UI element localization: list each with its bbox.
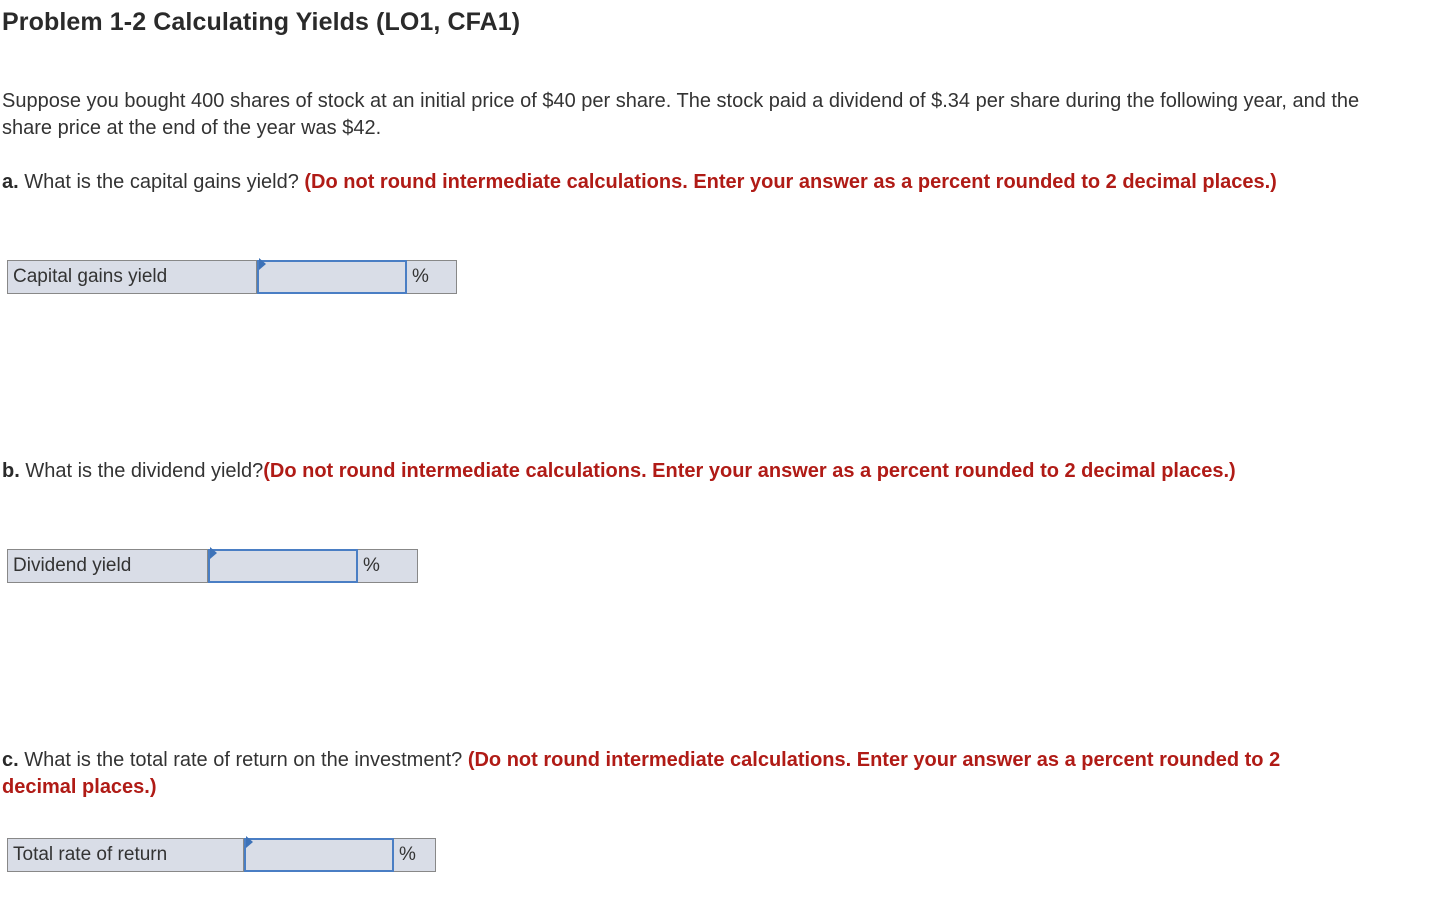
capital-gains-yield-input[interactable] — [259, 262, 405, 292]
capital-gains-yield-unit: % — [412, 266, 429, 287]
total-rate-of-return-unit: % — [399, 844, 416, 865]
dividend-yield-row: Dividend yield % — [7, 547, 418, 583]
capital-gains-yield-row: Capital gains yield % — [7, 258, 457, 294]
problem-title: Problem 1-2 Calculating Yields (LO1, CFA… — [2, 8, 521, 36]
question-c: c. What is the total rate of return on t… — [2, 747, 1347, 801]
capital-gains-yield-label: Capital gains yield — [8, 261, 257, 293]
total-rate-of-return-row: Total rate of return % — [7, 836, 436, 872]
question-b-instruction: (Do not round intermediate calculations.… — [263, 460, 1236, 482]
input-flag-icon — [246, 836, 253, 848]
input-flag-icon — [210, 547, 217, 559]
question-a: a. What is the capital gains yield? (Do … — [2, 169, 1387, 196]
question-b-letter: b. — [2, 460, 20, 482]
question-c-text: What is the total rate of return on the … — [18, 749, 468, 771]
problem-intro: Suppose you bought 400 shares of stock a… — [2, 90, 1360, 139]
input-flag-icon — [259, 258, 266, 270]
dividend-yield-unit: % — [363, 555, 380, 576]
question-a-letter: a. — [2, 171, 19, 193]
total-rate-of-return-input[interactable] — [246, 840, 392, 870]
dividend-yield-input[interactable] — [210, 551, 356, 581]
total-rate-of-return-label: Total rate of return — [8, 839, 244, 871]
capital-gains-yield-input-wrapper[interactable] — [257, 258, 407, 294]
total-rate-of-return-input-wrapper[interactable] — [244, 836, 394, 872]
dividend-yield-input-wrapper[interactable] — [208, 547, 358, 583]
question-b: b. What is the dividend yield?(Do not ro… — [2, 458, 1342, 485]
question-c-letter: c. — [2, 749, 19, 771]
dividend-yield-label: Dividend yield — [8, 550, 208, 582]
question-a-text: What is the capital gains yield? — [18, 171, 305, 193]
question-b-text: What is the dividend yield? — [19, 460, 264, 482]
question-a-instruction: (Do not round intermediate calculations.… — [304, 171, 1277, 193]
